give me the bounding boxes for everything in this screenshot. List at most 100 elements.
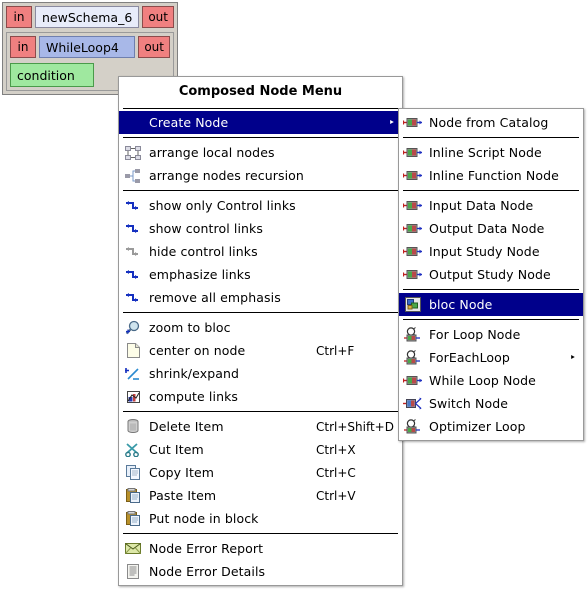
menu-item-compute-links[interactable]: compute links: [119, 385, 402, 408]
menu-item-label: For Loop Node: [429, 327, 521, 342]
menu-item-hide-control-links[interactable]: hide control links: [119, 240, 402, 263]
create-node-submenu[interactable]: Node from Catalog Inline Script Node Inlin…: [398, 108, 584, 441]
node-block-icon: [403, 145, 423, 161]
menu-item-show-only-control-links[interactable]: show only Control links: [119, 194, 402, 217]
menu-item-arrange-local-nodes[interactable]: arrange local nodes: [119, 141, 402, 164]
menu-separator: [123, 312, 398, 313]
menu-item-output-data-node[interactable]: Output Data Node: [399, 217, 583, 240]
inner-node-out-port[interactable]: out: [138, 36, 170, 58]
menu-item-inline-script-node[interactable]: Inline Script Node: [399, 141, 583, 164]
menu-item-emphasize-links[interactable]: emphasize links: [119, 263, 402, 286]
menu-item-label: Node from Catalog: [429, 115, 549, 130]
menu-item-label: arrange local nodes: [149, 145, 275, 160]
menu-item-shortcut: Ctrl+C: [316, 465, 356, 480]
menu-separator: [403, 190, 579, 191]
switch-node-icon: [403, 396, 423, 412]
menu-item-label: Node Error Report: [149, 541, 264, 556]
loop-node-icon: [403, 327, 423, 343]
menu-title: Composed Node Menu: [178, 84, 343, 99]
arrange-grid-icon: [123, 145, 143, 161]
menu-item-label: Node Error Details: [149, 564, 266, 579]
loop-node-icon: [403, 419, 423, 435]
outer-node-title[interactable]: newSchema_6: [35, 6, 140, 28]
menu-separator: [123, 108, 398, 109]
menu-item-foreachloop[interactable]: ForEachLoop ‣: [399, 346, 583, 369]
node-WhileLoop4[interactable]: in WhileLoop4 out: [10, 36, 170, 58]
menu-item-input-study-node[interactable]: Input Study Node: [399, 240, 583, 263]
menu-item-label: Create Node: [149, 115, 229, 130]
paste-icon: [123, 511, 143, 527]
menu-item-input-data-node[interactable]: Input Data Node: [399, 194, 583, 217]
menu-item-arrange-nodes-recursion[interactable]: arrange nodes recursion: [119, 164, 402, 187]
menu-separator: [403, 289, 579, 290]
menu-item-for-loop-node[interactable]: For Loop Node: [399, 323, 583, 346]
control-link-icon: [123, 290, 143, 306]
menu-item-delete-item[interactable]: Delete Item Ctrl+Shift+D: [119, 415, 402, 438]
menu-item-remove-all-emphasis[interactable]: remove all emphasis: [119, 286, 402, 309]
menu-item-label: While Loop Node: [429, 373, 536, 388]
menu-item-cut-item[interactable]: Cut Item Ctrl+X: [119, 438, 402, 461]
menu-item-label: show only Control links: [149, 198, 296, 213]
outer-node-in-port[interactable]: in: [6, 6, 32, 28]
menu-item-node-error-report[interactable]: Node Error Report: [119, 537, 402, 560]
inner-node-title[interactable]: WhileLoop4: [39, 36, 136, 58]
menu-item-node-error-details[interactable]: Node Error Details: [119, 560, 402, 583]
menu-item-shortcut: Ctrl+Shift+D: [316, 419, 394, 434]
menu-item-label: Input Study Node: [429, 244, 540, 259]
menu-item-label: Input Data Node: [429, 198, 534, 213]
trash-icon: [123, 419, 143, 435]
menu-item-label: Optimizer Loop: [429, 419, 526, 434]
bloc-node-icon: [403, 297, 423, 313]
menu-item-paste-item[interactable]: Paste Item Ctrl+V: [119, 484, 402, 507]
menu-item-label: hide control links: [149, 244, 258, 259]
list-document-icon: [123, 564, 143, 580]
menu-separator: [403, 319, 579, 320]
scissors-icon: [123, 442, 143, 458]
menu-item-label: Switch Node: [429, 396, 509, 411]
menu-item-label: arrange nodes recursion: [149, 168, 304, 183]
menu-item-label: center on node: [149, 343, 246, 358]
submenu-arrow-icon: ‣: [388, 116, 396, 129]
node-block-icon: [403, 115, 423, 131]
submenu-items-container: Node from Catalog Inline Script Node Inlin…: [399, 111, 583, 438]
menu-item-switch-node[interactable]: Switch Node: [399, 392, 583, 415]
menu-separator: [123, 411, 398, 412]
menu-item-inline-function-node[interactable]: Inline Function Node: [399, 164, 583, 187]
node-block-icon: [403, 373, 423, 389]
submenu-arrow-icon: [123, 115, 143, 131]
menu-items-container: Create Node ‣ arrange local nodes arrange n…: [119, 111, 402, 583]
submenu-arrow-icon: ‣: [569, 351, 577, 364]
menu-item-while-loop-node[interactable]: While Loop Node: [399, 369, 583, 392]
menu-item-put-node-in-block[interactable]: Put node in block: [119, 507, 402, 530]
menu-item-label: Inline Script Node: [429, 145, 542, 160]
condition-node[interactable]: condition: [10, 63, 94, 87]
inner-node-in-port[interactable]: in: [10, 36, 36, 58]
control-link-icon: [123, 198, 143, 214]
menu-item-label: Cut Item: [149, 442, 204, 457]
compute-links-icon: [123, 389, 143, 405]
menu-item-label: bloc Node: [429, 297, 493, 312]
menu-item-create-node[interactable]: Create Node ‣: [119, 111, 402, 134]
node-block-icon: [403, 221, 423, 237]
menu-separator: [123, 137, 398, 138]
menu-item-output-study-node[interactable]: Output Study Node: [399, 263, 583, 286]
composed-node-context-menu[interactable]: Composed Node Menu Create Node ‣ arrange l…: [118, 76, 403, 586]
menu-item-label: compute links: [149, 389, 239, 404]
menu-item-shrink-expand[interactable]: shrink/expand: [119, 362, 402, 385]
menu-item-bloc-node[interactable]: bloc Node: [399, 293, 583, 316]
control-link-gray-icon: [123, 244, 143, 260]
control-link-icon: [123, 267, 143, 283]
menu-item-zoom-to-bloc[interactable]: zoom to bloc: [119, 316, 402, 339]
menu-item-copy-item[interactable]: Copy Item Ctrl+C: [119, 461, 402, 484]
menu-item-center-on-node[interactable]: center on node Ctrl+F: [119, 339, 402, 362]
menu-item-shortcut: Ctrl+V: [316, 488, 356, 503]
node-block-icon: [403, 267, 423, 283]
outer-node-out-port[interactable]: out: [142, 6, 174, 28]
menu-item-node-from-catalog[interactable]: Node from Catalog: [399, 111, 583, 134]
menu-item-label: shrink/expand: [149, 366, 240, 381]
control-link-icon: [123, 221, 143, 237]
menu-item-label: emphasize links: [149, 267, 251, 282]
magnifier-plus-icon: [123, 320, 143, 336]
menu-item-show-control-links[interactable]: show control links: [119, 217, 402, 240]
menu-item-optimizer-loop[interactable]: Optimizer Loop: [399, 415, 583, 438]
